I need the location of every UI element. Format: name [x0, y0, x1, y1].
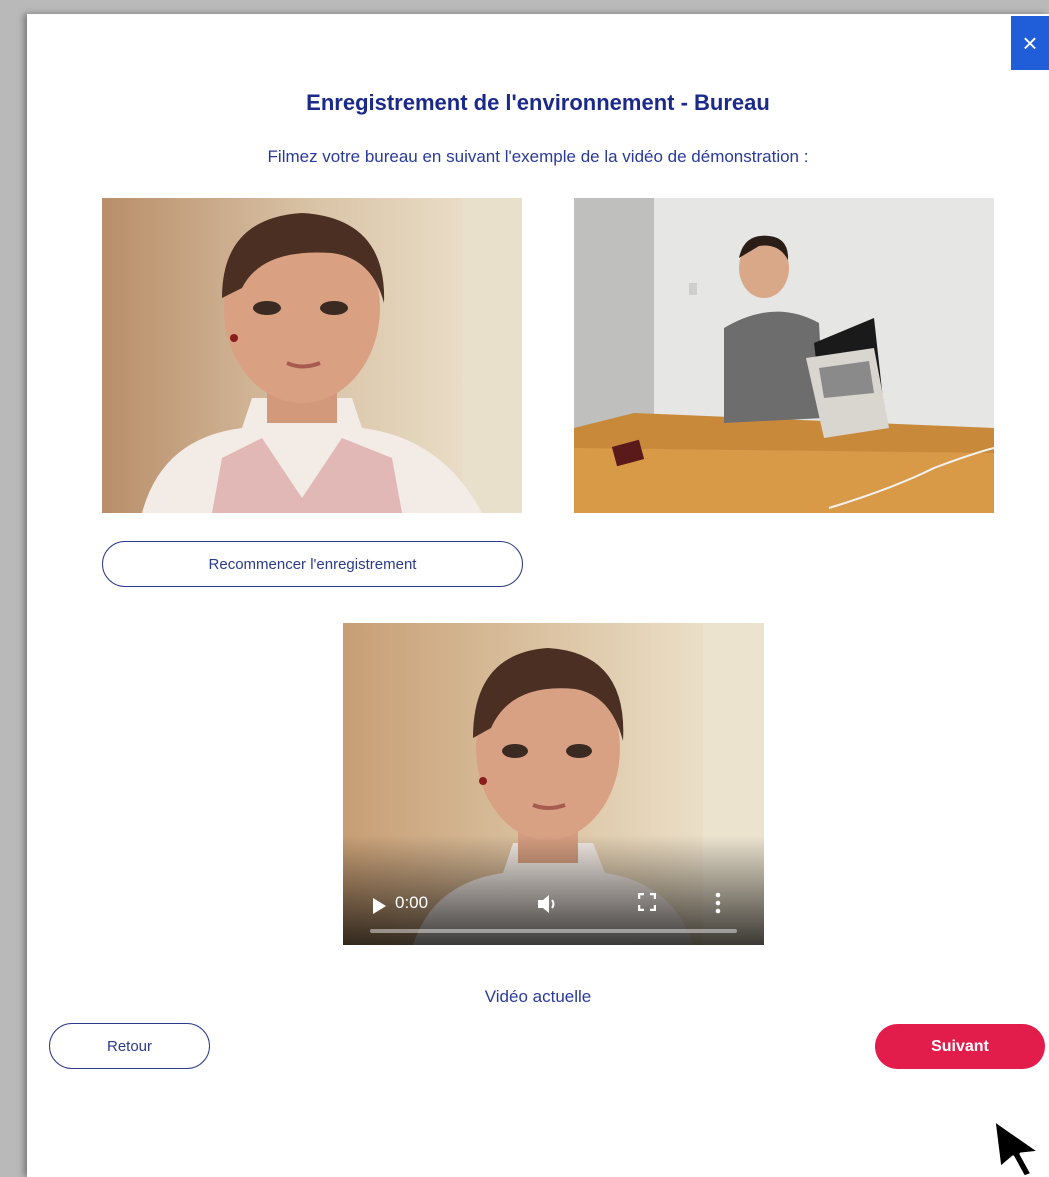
close-icon: ×: [1022, 27, 1038, 58]
demo-video-thumbnail: [574, 198, 994, 513]
close-button[interactable]: ×: [1011, 16, 1049, 70]
video-progress-bar[interactable]: [370, 929, 737, 933]
more-options-icon[interactable]: [715, 891, 721, 915]
video-player[interactable]: 0:00: [343, 623, 764, 945]
volume-icon[interactable]: [536, 892, 558, 916]
dialog-subtitle: Filmez votre bureau en suivant l'exemple…: [267, 147, 809, 166]
dialog-title: Enregistrement de l'environnement - Bure…: [306, 90, 770, 115]
webcam-recording-preview: [102, 198, 522, 513]
video-controls-bar: 0:00: [343, 835, 764, 945]
restart-recording-button[interactable]: Recommencer l'enregistrement: [102, 541, 523, 587]
play-icon[interactable]: [373, 898, 386, 914]
mouse-cursor-icon: [992, 1118, 1042, 1177]
back-button[interactable]: Retour: [49, 1023, 210, 1069]
next-button[interactable]: Suivant: [875, 1024, 1045, 1069]
fullscreen-icon[interactable]: [638, 893, 656, 911]
dialog: × Enregistrement de l'environnement - Bu…: [27, 14, 1049, 1177]
video-time: 0:00: [395, 893, 429, 912]
current-video-caption: Vidéo actuelle: [484, 987, 592, 1006]
